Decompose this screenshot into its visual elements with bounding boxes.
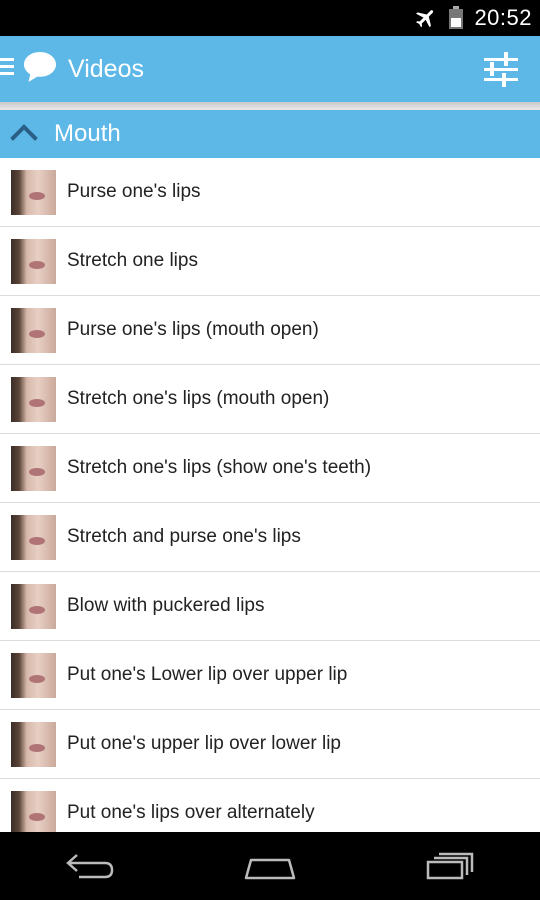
video-thumbnail <box>11 514 56 560</box>
video-thumbnail <box>11 238 56 284</box>
video-list: Purse one's lips Stretch one lips Purse … <box>0 158 540 832</box>
video-title: Purse one's lips (mouth open) <box>67 319 319 340</box>
video-thumbnail <box>11 790 56 832</box>
video-title: Put one's upper lip over lower lip <box>67 733 341 754</box>
back-icon[interactable] <box>60 846 120 886</box>
section-header-mouth[interactable]: Mouth <box>0 110 540 158</box>
video-title: Blow with puckered lips <box>67 595 265 616</box>
status-bar: 20:52 <box>0 0 540 36</box>
battery-icon <box>448 6 464 30</box>
video-title: Stretch one's lips (show one's teeth) <box>67 457 372 478</box>
video-list-item[interactable]: Stretch one lips <box>0 227 540 296</box>
video-list-item[interactable]: Stretch one's lips (show one's teeth) <box>0 434 540 503</box>
menu-icon[interactable] <box>0 56 16 83</box>
video-title: Purse one's lips <box>67 181 201 202</box>
home-icon[interactable] <box>240 846 300 886</box>
video-title: Stretch one's lips (mouth open) <box>67 388 330 409</box>
video-thumbnail <box>11 307 56 353</box>
status-time: 20:52 <box>474 5 532 30</box>
chevron-up-icon[interactable] <box>10 122 38 147</box>
video-list-item[interactable]: Blow with puckered lips <box>0 572 540 641</box>
navigation-bar <box>0 832 540 900</box>
video-list-item[interactable]: Put one's Lower lip over upper lip <box>0 641 540 710</box>
settings-sliders-icon[interactable] <box>482 50 520 88</box>
airplane-mode-icon <box>414 6 438 30</box>
video-list-item[interactable]: Purse one's lips (mouth open) <box>0 296 540 365</box>
video-thumbnail <box>11 721 56 767</box>
video-title: Stretch and purse one's lips <box>67 526 301 547</box>
recent-apps-icon[interactable] <box>420 846 480 886</box>
video-list-item[interactable]: Put one's upper lip over lower lip <box>0 710 540 779</box>
video-thumbnail <box>11 652 56 698</box>
video-list-item[interactable]: Stretch one's lips (mouth open) <box>0 365 540 434</box>
section-title: Mouth <box>54 120 121 147</box>
video-list-item[interactable]: Purse one's lips <box>0 158 540 227</box>
speech-bubble-icon[interactable] <box>22 50 58 89</box>
video-list-item[interactable]: Put one's lips over alternately <box>0 779 540 832</box>
video-thumbnail <box>11 376 56 422</box>
video-thumbnail <box>11 169 56 215</box>
video-title: Put one's Lower lip over upper lip <box>67 664 348 685</box>
video-thumbnail <box>11 445 56 491</box>
video-title: Put one's lips over alternately <box>67 802 315 823</box>
video-thumbnail <box>11 583 56 629</box>
action-bar-shadow <box>0 102 540 110</box>
video-title: Stretch one lips <box>67 250 198 271</box>
app-title: Videos <box>68 54 144 83</box>
video-list-item[interactable]: Stretch and purse one's lips <box>0 503 540 572</box>
action-bar: Videos <box>0 36 540 102</box>
